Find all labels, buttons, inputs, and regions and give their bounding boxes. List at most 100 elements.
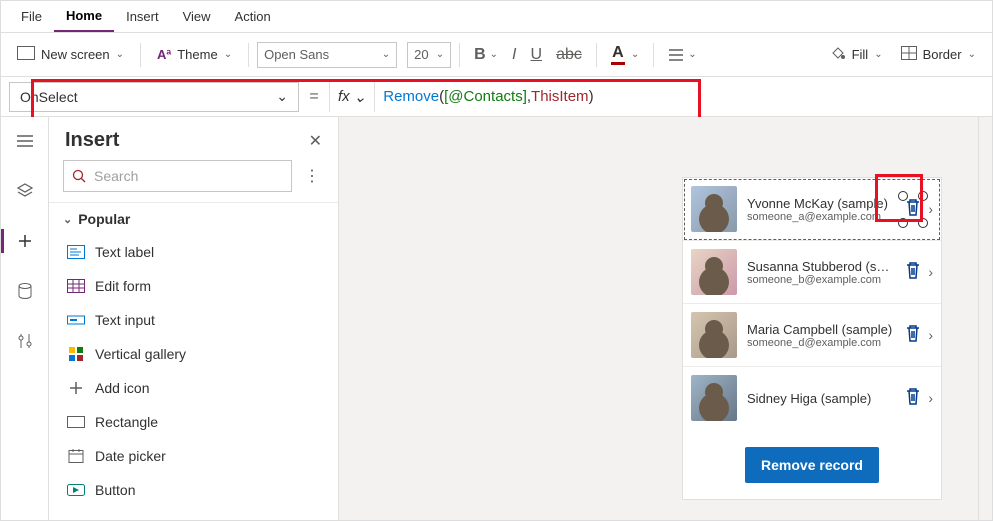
tpl-date-picker[interactable]: Date picker [49,439,338,473]
border-button[interactable]: Border ⌄ [893,42,984,67]
chevron-right-icon[interactable]: › [928,390,933,406]
rectangle-icon [67,413,85,431]
contact-email: someone_d@example.com [747,337,894,349]
edit-form-icon [67,277,85,295]
close-icon[interactable]: ✕ [309,131,322,151]
chevron-right-icon[interactable]: › [928,264,933,280]
fill-icon [830,45,846,64]
gallery-row[interactable]: Susanna Stubberod (sample) someone_b@exa… [683,241,941,304]
tpl-label: Edit form [95,278,151,294]
left-rail [1,117,49,520]
gallery-row[interactable]: Maria Campbell (sample) someone_d@exampl… [683,304,941,367]
trash-icon[interactable] [904,386,922,411]
rail-tree-button[interactable] [9,125,41,157]
font-value: Open Sans [264,47,329,62]
menu-action[interactable]: Action [223,1,283,32]
tpl-label: Text input [95,312,155,328]
font-select[interactable]: Open Sans ⌄ [257,42,397,68]
menu-home[interactable]: Home [54,1,114,32]
canvas[interactable]: Yvonne McKay (sample) someone_a@example.… [339,117,992,520]
menu-bar: File Home Insert View Action [1,1,992,33]
gallery-row[interactable]: Yvonne McKay (sample) someone_a@example.… [683,178,941,241]
italic-button[interactable]: I [506,42,522,68]
rail-insert-button[interactable] [9,225,41,257]
contact-name: Susanna Stubberod (sample) [747,259,894,274]
formula-token-paren: ) [589,88,594,105]
fx-label: fx [338,88,350,105]
formula-token-func: Remove [383,88,439,105]
formula-token-datasource: [@Contacts] [444,88,527,105]
tpl-vertical-gallery[interactable]: Vertical gallery [49,337,338,371]
chevron-down-icon: ⌄ [436,49,444,60]
button-icon [67,481,85,499]
remove-record-button[interactable]: Remove record [745,447,879,483]
font-size-value: 20 [414,47,428,62]
chevron-down-icon: ⌄ [874,49,882,60]
gallery-row[interactable]: Sidney Higa (sample) › [683,367,941,429]
contact-name: Maria Campbell (sample) [747,322,894,337]
tpl-button[interactable]: Button [49,473,338,507]
screen-icon [17,46,35,63]
theme-label: Theme [177,47,217,62]
gallery-icon [67,345,85,363]
avatar [691,312,737,358]
tpl-add-icon[interactable]: Add icon [49,371,338,405]
font-color-button[interactable]: A⌄ [605,40,645,69]
scrollbar-vertical[interactable] [978,117,992,520]
rail-data-button[interactable] [9,275,41,307]
tpl-text-label[interactable]: Text label [49,235,338,269]
more-icon[interactable]: ⋮ [300,166,324,186]
search-input[interactable]: Search [63,160,292,192]
trash-icon[interactable] [904,197,922,222]
menu-view[interactable]: View [171,1,223,32]
property-value: OnSelect [20,89,78,105]
fontcolor-icon: A [611,44,625,65]
formula-token-arg: ThisItem [531,88,589,105]
tpl-label: Add icon [95,380,149,396]
contact-email: someone_b@example.com [747,274,894,286]
menu-file[interactable]: File [9,1,54,32]
tpl-label: Text label [95,244,154,260]
plus-icon [67,379,85,397]
new-screen-label: New screen [41,47,110,62]
tpl-text-input[interactable]: Text input [49,303,338,337]
align-icon [668,48,684,62]
align-button[interactable]: ⌄ [662,44,702,66]
bold-button[interactable]: B⌄ [468,42,504,68]
strikethrough-icon: abc [556,46,582,64]
underline-icon: U [531,46,543,64]
underline-button[interactable]: U [525,42,549,68]
bold-icon: B [474,46,486,64]
new-screen-button[interactable]: New screen ⌄ [9,42,132,67]
formula-input[interactable]: Remove( [@Contacts], ThisItem ) [375,82,984,112]
search-icon [72,169,86,183]
ribbon: New screen ⌄ Aª Theme ⌄ Open Sans ⌄ 20 ⌄… [1,33,992,77]
chevron-down-icon: ⌄ [490,49,498,60]
text-label-icon [67,243,85,261]
contacts-gallery[interactable]: Yvonne McKay (sample) someone_a@example.… [682,177,942,500]
chevron-down-icon: ⌄ [968,49,976,60]
chevron-down-icon: ⌄ [224,49,232,60]
trash-icon[interactable] [904,260,922,285]
rail-settings-button[interactable] [9,325,41,357]
ribbon-divider [653,43,654,67]
chevron-down-icon: ⌄ [631,49,639,60]
section-popular[interactable]: ⌄ Popular [49,202,338,235]
font-size-select[interactable]: 20 ⌄ [407,42,451,68]
theme-button[interactable]: Aª Theme ⌄ [149,43,240,66]
tpl-edit-form[interactable]: Edit form [49,269,338,303]
avatar [691,186,737,232]
rail-layers-button[interactable] [9,175,41,207]
menu-insert[interactable]: Insert [114,1,171,32]
tpl-rectangle[interactable]: Rectangle [49,405,338,439]
strikethrough-button[interactable]: abc [550,42,588,68]
fx-button[interactable]: fx ⌄ [329,82,375,112]
property-select[interactable]: OnSelect ⌄ [9,82,299,112]
chevron-right-icon[interactable]: › [928,201,933,217]
fill-button[interactable]: Fill ⌄ [822,41,891,68]
text-input-icon [67,311,85,329]
trash-icon[interactable] [904,323,922,348]
avatar [691,249,737,295]
chevron-down-icon: ⌄ [116,49,124,60]
chevron-right-icon[interactable]: › [928,327,933,343]
